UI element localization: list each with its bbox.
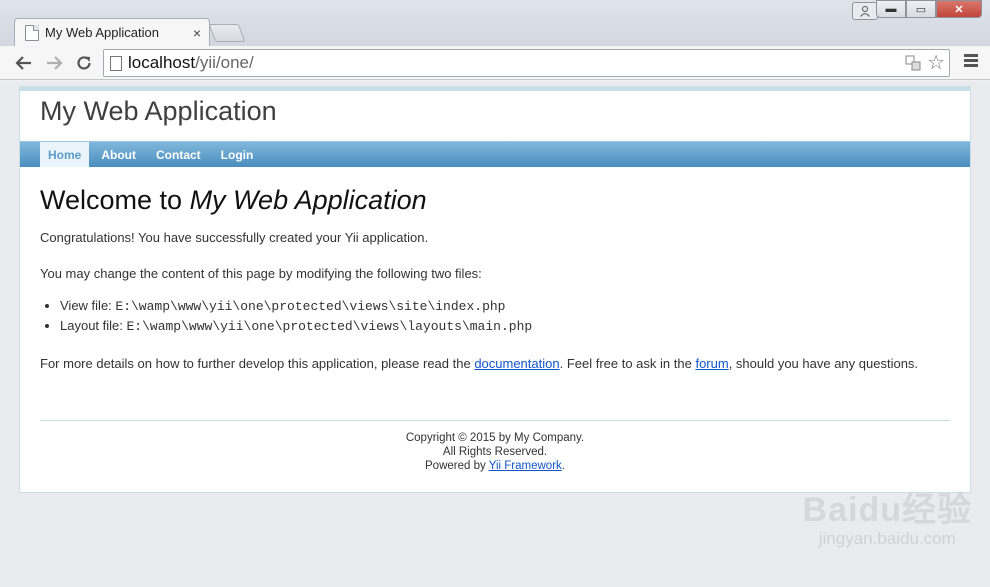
powered-suffix: . — [561, 460, 565, 472]
browser-titlebar: My Web Application × ▬ ▭ ✕ — [0, 0, 990, 46]
yii-framework-link[interactable]: Yii Framework — [489, 460, 562, 472]
page-icon — [110, 55, 122, 71]
maximize-button[interactable]: ▭ — [906, 0, 936, 18]
details-text: For more details on how to further devel… — [40, 356, 950, 372]
address-bar[interactable]: localhost/yii/one/ ☆ — [103, 49, 950, 77]
page-favicon-icon — [25, 24, 39, 41]
welcome-prefix: Welcome to — [40, 185, 190, 215]
menu-item-about[interactable]: About — [93, 142, 144, 167]
details-suffix: , should you have any questions. — [728, 356, 919, 371]
site-footer: Copyright © 2015 by My Company. All Righ… — [40, 420, 950, 473]
powered-prefix: Powered by — [425, 460, 489, 472]
file-path: E:\wamp\www\yii\one\protected\views\site… — [115, 299, 506, 314]
url-path: /yii/one/ — [195, 53, 254, 72]
tab-close-icon[interactable]: × — [193, 25, 201, 41]
url-host: localhost — [128, 53, 196, 72]
main-menu: Home About Contact Login — [20, 141, 970, 167]
file-list: View file: E:\wamp\www\yii\one\protected… — [60, 296, 950, 336]
file-path: E:\wamp\www\yii\one\protected\views\layo… — [126, 319, 533, 334]
welcome-app-name: My Web Application — [189, 185, 427, 215]
main-content: Welcome to My Web Application Congratula… — [20, 167, 970, 372]
menu-item-home[interactable]: Home — [40, 142, 90, 167]
menu-item-login[interactable]: Login — [213, 142, 262, 167]
tab-title: My Web Application — [45, 25, 159, 40]
page-title: Welcome to My Web Application — [40, 185, 950, 216]
translate-icon[interactable] — [905, 55, 921, 71]
documentation-link[interactable]: documentation — [474, 356, 559, 371]
change-intro-text: You may change the content of this page … — [40, 266, 482, 281]
watermark-domain: jingyan.baidu.com — [818, 529, 956, 548]
file-label: Layout file: — [60, 318, 127, 333]
forum-link[interactable]: forum — [695, 356, 728, 371]
menu-item-contact[interactable]: Contact — [148, 142, 209, 167]
details-prefix: For more details on how to further devel… — [40, 356, 475, 371]
site-logo: My Web Application — [40, 96, 277, 126]
footer-rights: All Rights Reserved. — [442, 446, 548, 458]
browser-toolbar: localhost/yii/one/ ☆ — [0, 46, 990, 80]
footer-copyright: Copyright © 2015 by My Company. — [405, 432, 585, 444]
minimize-button[interactable]: ▬ — [876, 0, 906, 18]
reload-icon[interactable] — [70, 49, 98, 77]
footer-powered: Powered by Yii Framework. — [40, 459, 950, 473]
baidu-watermark: Baidu经验 jingyan.baidu.com — [803, 482, 972, 549]
omnibox-actions: ☆ — [905, 53, 945, 73]
new-tab-button[interactable] — [208, 24, 246, 42]
menu-icon[interactable] — [964, 54, 978, 69]
watermark-brand: Baidu经验 — [802, 491, 972, 529]
window-controls: ▬ ▭ ✕ — [876, 0, 982, 18]
user-icon[interactable] — [852, 2, 878, 20]
bookmark-star-icon[interactable]: ☆ — [927, 53, 945, 73]
close-window-button[interactable]: ✕ — [936, 0, 982, 18]
congrats-text: Congratulations! You have successfully c… — [40, 230, 429, 245]
back-icon[interactable] — [10, 49, 38, 77]
url-text: localhost/yii/one/ — [128, 53, 254, 73]
list-item: View file: E:\wamp\www\yii\one\protected… — [60, 296, 950, 316]
list-item: Layout file: E:\wamp\www\yii\one\protect… — [60, 316, 950, 336]
page-container: My Web Application Home About Contact Lo… — [19, 86, 971, 493]
browser-tab[interactable]: My Web Application × — [14, 18, 210, 46]
file-label: View file: — [60, 298, 116, 313]
details-middle: . Feel free to ask in the — [559, 356, 696, 371]
forward-icon[interactable] — [40, 49, 68, 77]
